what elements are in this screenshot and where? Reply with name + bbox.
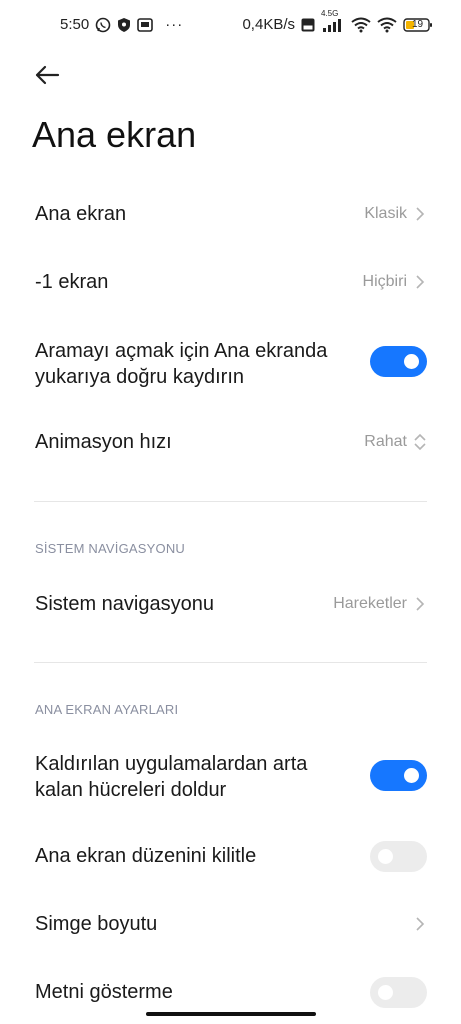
divider [34, 501, 427, 502]
home-indicator[interactable] [146, 1012, 316, 1016]
setting-label: Metni gösterme [35, 981, 173, 1003]
battery-icon: 19 [403, 17, 433, 33]
setting-value: Hareketler [333, 595, 407, 612]
setting-label: -1 ekran [35, 271, 109, 293]
setting-minus-one-screen[interactable]: -1 ekran Hiçbiri [0, 258, 461, 306]
chevron-right-icon [416, 597, 425, 611]
cellular-signal-icon: 4.5G [321, 9, 345, 32]
section-header-system-navigation: SİSTEM NAVİGASYONU [35, 541, 185, 556]
volte-icon [301, 18, 315, 32]
setting-label: Simge boyutu [35, 913, 158, 935]
battery-level: 19 [412, 18, 424, 30]
fill-cells-toggle[interactable] [370, 760, 427, 791]
whatsapp-icon [95, 17, 111, 33]
setting-label: Ana ekran düzenini kilitle [35, 845, 257, 867]
more-notifications-icon: ··· [165, 16, 184, 33]
chevron-right-icon [416, 207, 425, 221]
setting-lock-layout[interactable]: Ana ekran düzenini kilitle [0, 834, 461, 882]
toggle-knob [404, 768, 419, 783]
hide-text-toggle[interactable] [370, 977, 427, 1008]
arrow-left-icon [35, 65, 60, 85]
wifi-icon [351, 17, 371, 33]
setting-hide-text[interactable]: Metni gösterme [0, 970, 461, 1018]
toggle-knob [378, 985, 393, 1000]
network-type-label: 4.5G [321, 8, 339, 18]
setting-label: Kaldırılan uygulamalardan arta kalan hüc… [35, 751, 307, 803]
section-header-home-settings: ANA EKRAN AYARLARI [35, 702, 179, 717]
status-bar: 5:50 ··· 0,4KB/s 4.5G 19 [0, 0, 461, 52]
lock-layout-toggle[interactable] [370, 841, 427, 872]
wifi-hotspot-icon [377, 17, 397, 33]
setting-animation-speed[interactable]: Animasyon hızı Rahat [0, 418, 461, 466]
status-time: 5:50 [60, 16, 90, 33]
back-button[interactable] [32, 60, 62, 90]
chevron-up-down-icon [414, 433, 426, 451]
chevron-right-icon [416, 275, 425, 289]
page-title: Ana ekran [32, 114, 197, 155]
setting-label: Aramayı açmak için Ana ekranda yukarıya … [35, 338, 327, 390]
toggle-knob [378, 849, 393, 864]
setting-label-line1: Kaldırılan uygulamalardan arta [35, 753, 308, 775]
setting-label-line2: yukarıya doğru kaydırın [35, 366, 244, 388]
toggle-knob [404, 354, 419, 369]
setting-fill-cells[interactable]: Kaldırılan uygulamalardan arta kalan hüc… [0, 749, 461, 805]
divider [34, 662, 427, 663]
setting-swipe-up-search[interactable]: Aramayı açmak için Ana ekranda yukarıya … [0, 336, 461, 392]
gallery-icon [137, 17, 154, 32]
setting-label: Animasyon hızı [35, 431, 172, 453]
setting-icon-size[interactable]: Simge boyutu [0, 902, 461, 950]
setting-value: Rahat [364, 433, 407, 450]
setting-label: Sistem navigasyonu [35, 593, 214, 615]
setting-home-screen[interactable]: Ana ekran Klasik [0, 190, 461, 238]
setting-value: Klasik [364, 205, 407, 222]
shield-icon [117, 17, 131, 33]
setting-system-navigation[interactable]: Sistem navigasyonu Hareketler [0, 580, 461, 628]
setting-value: Hiçbiri [362, 273, 407, 290]
setting-label-line1: Aramayı açmak için Ana ekranda [35, 340, 328, 362]
setting-label-line2: kalan hücreleri doldur [35, 779, 227, 801]
status-left: 5:50 ··· [60, 16, 183, 33]
swipe-search-toggle[interactable] [370, 346, 427, 377]
setting-label: Ana ekran [35, 203, 127, 225]
net-speed: 0,4KB/s [242, 16, 295, 33]
chevron-right-icon [416, 917, 425, 931]
status-right: 0,4KB/s 4.5G 19 [242, 9, 433, 33]
